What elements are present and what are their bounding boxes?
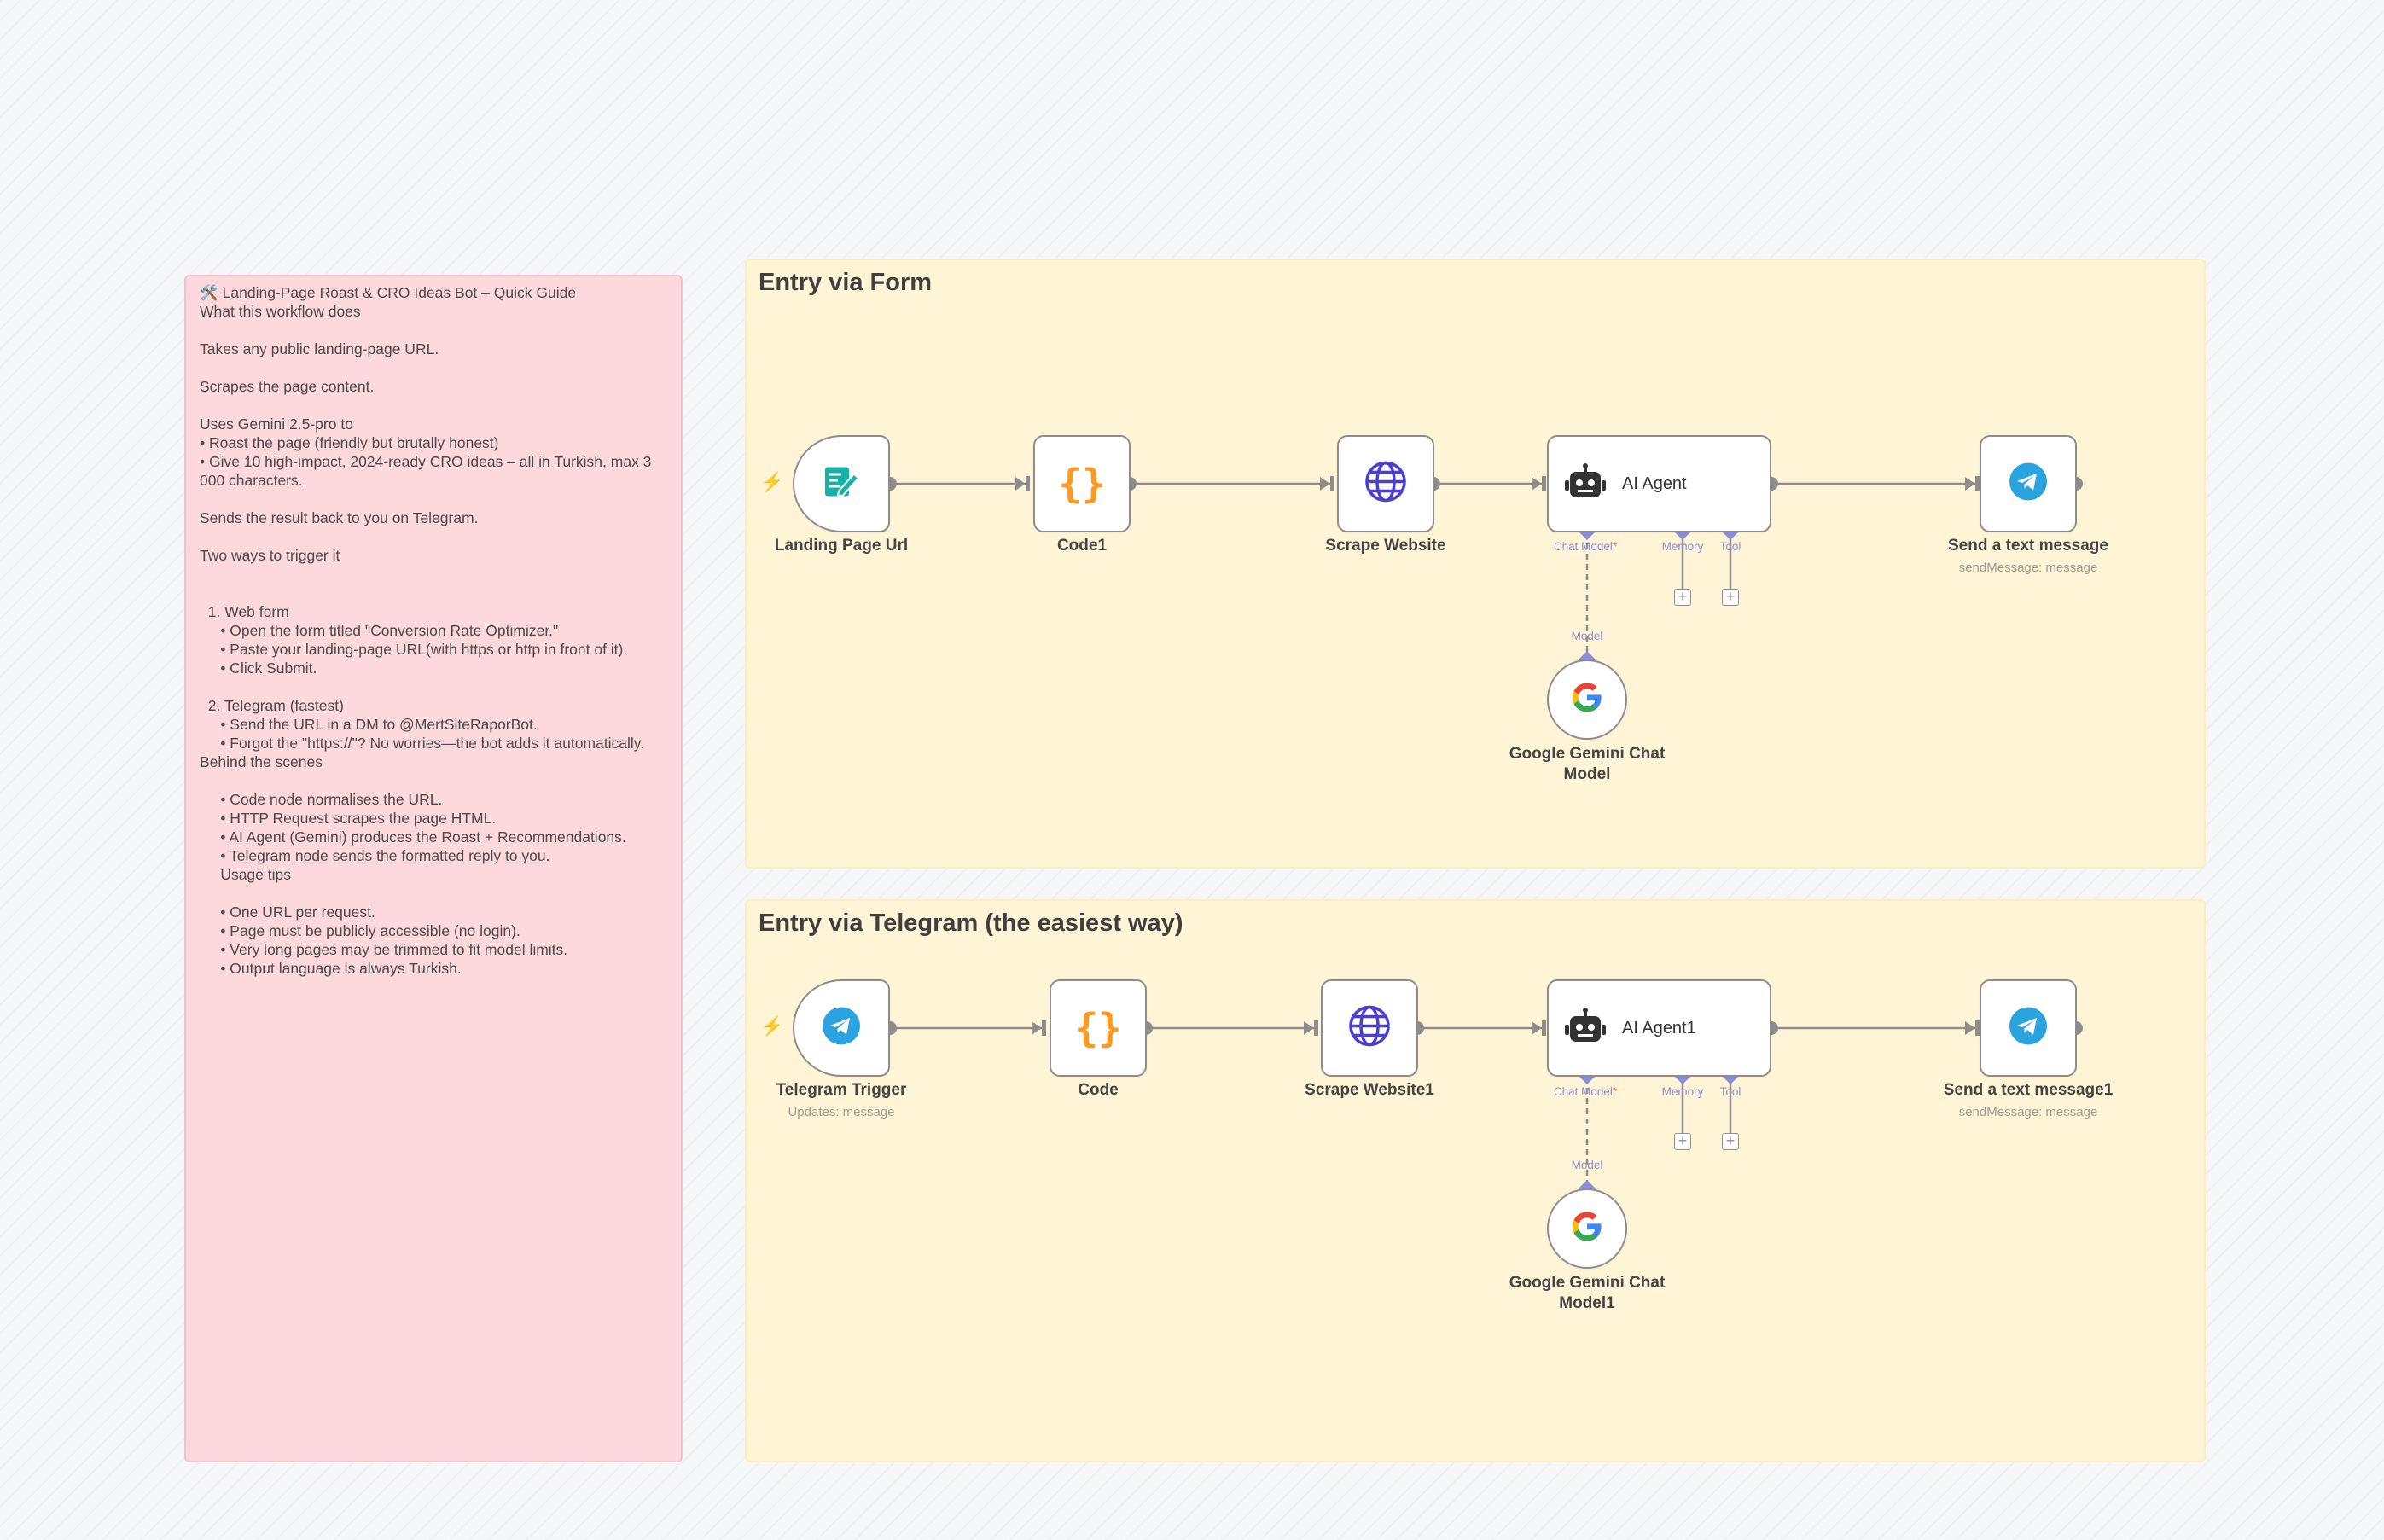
node-code1[interactable]: {}	[1033, 435, 1131, 532]
port-tool: Tool	[1719, 540, 1741, 553]
port-model: Model	[1571, 1159, 1603, 1171]
port-chat-model: Chat Model*	[1553, 1085, 1618, 1098]
node-scrape-website1[interactable]	[1321, 979, 1418, 1077]
connections-layer	[883, 476, 2083, 1197]
port-model: Model	[1571, 630, 1603, 642]
telegram-icon	[2008, 462, 2049, 507]
port-chat-model: Chat Model*	[1553, 540, 1618, 553]
plus-icon: +	[1725, 588, 1736, 605]
add-tool-button[interactable]: +	[1722, 1133, 1739, 1150]
node-label-scrape-website: Scrape Website	[1325, 537, 1446, 555]
node-landing-page-url[interactable]	[793, 435, 890, 532]
node-label-landing-page-url: Landing Page Url	[774, 537, 909, 555]
code-braces-icon: {}	[1074, 1005, 1122, 1051]
globe-icon	[1364, 460, 1408, 508]
node-code[interactable]: {}	[1050, 979, 1147, 1077]
google-icon	[1570, 681, 1604, 719]
form-edit-icon	[820, 461, 863, 508]
telegram-icon	[821, 1006, 862, 1051]
node-label-scrape-website1: Scrape Website1	[1305, 1081, 1434, 1099]
node-subtitle-telegram-trigger: Updates: message	[788, 1105, 895, 1119]
node-label-google-gemini-chat-model: Google Gemini Chat Model	[1509, 745, 1666, 783]
node-ai-agent[interactable]: AI Agent	[1547, 435, 1771, 532]
node-send-text-message[interactable]	[1980, 435, 2077, 532]
node-telegram-trigger[interactable]	[793, 979, 890, 1077]
port-memory: Memory	[1661, 540, 1704, 553]
node-ai-agent1[interactable]: AI Agent1	[1547, 979, 1771, 1077]
add-tool-button[interactable]: +	[1722, 589, 1739, 606]
node-scrape-website[interactable]	[1337, 435, 1434, 532]
node-label-telegram-trigger: Telegram Trigger	[776, 1081, 907, 1099]
telegram-icon	[2008, 1006, 2049, 1051]
port-memory: Memory	[1661, 1085, 1704, 1098]
node-name-ai-agent1: AI Agent1	[1622, 1018, 1696, 1037]
node-label-code1: Code1	[1056, 537, 1108, 555]
globe-icon	[1347, 1004, 1392, 1053]
node-google-gemini-chat-model1[interactable]	[1547, 1188, 1627, 1269]
node-label-code: Code	[1078, 1081, 1119, 1099]
node-label-google-gemini-chat-model1: Google Gemini Chat Model1	[1509, 1274, 1666, 1312]
plus-icon: +	[1678, 1132, 1688, 1149]
plus-icon: +	[1725, 1132, 1736, 1149]
add-memory-button[interactable]: +	[1674, 589, 1691, 606]
node-label-send-text-message1: Send a text message1	[1943, 1081, 2114, 1099]
port-tool: Tool	[1719, 1085, 1741, 1098]
add-memory-button[interactable]: +	[1674, 1133, 1691, 1150]
node-subtitle-send-text-message1: sendMessage: message	[1958, 1105, 2098, 1119]
lightning-bolt-icon: ⚡	[760, 471, 784, 492]
lightning-bolt-icon: ⚡	[760, 1015, 784, 1037]
robot-icon	[1564, 462, 1607, 505]
robot-icon	[1564, 1007, 1607, 1049]
google-icon	[1570, 1210, 1604, 1248]
node-name-ai-agent: AI Agent	[1622, 474, 1687, 493]
node-send-text-message1[interactable]	[1980, 979, 2077, 1077]
plus-icon: +	[1678, 588, 1688, 605]
node-subtitle-send-text-message: sendMessage: message	[1958, 561, 2098, 575]
code-braces-icon: {}	[1058, 461, 1106, 507]
node-google-gemini-chat-model[interactable]	[1547, 660, 1627, 740]
node-label-send-text-message: Send a text message	[1948, 537, 2108, 555]
